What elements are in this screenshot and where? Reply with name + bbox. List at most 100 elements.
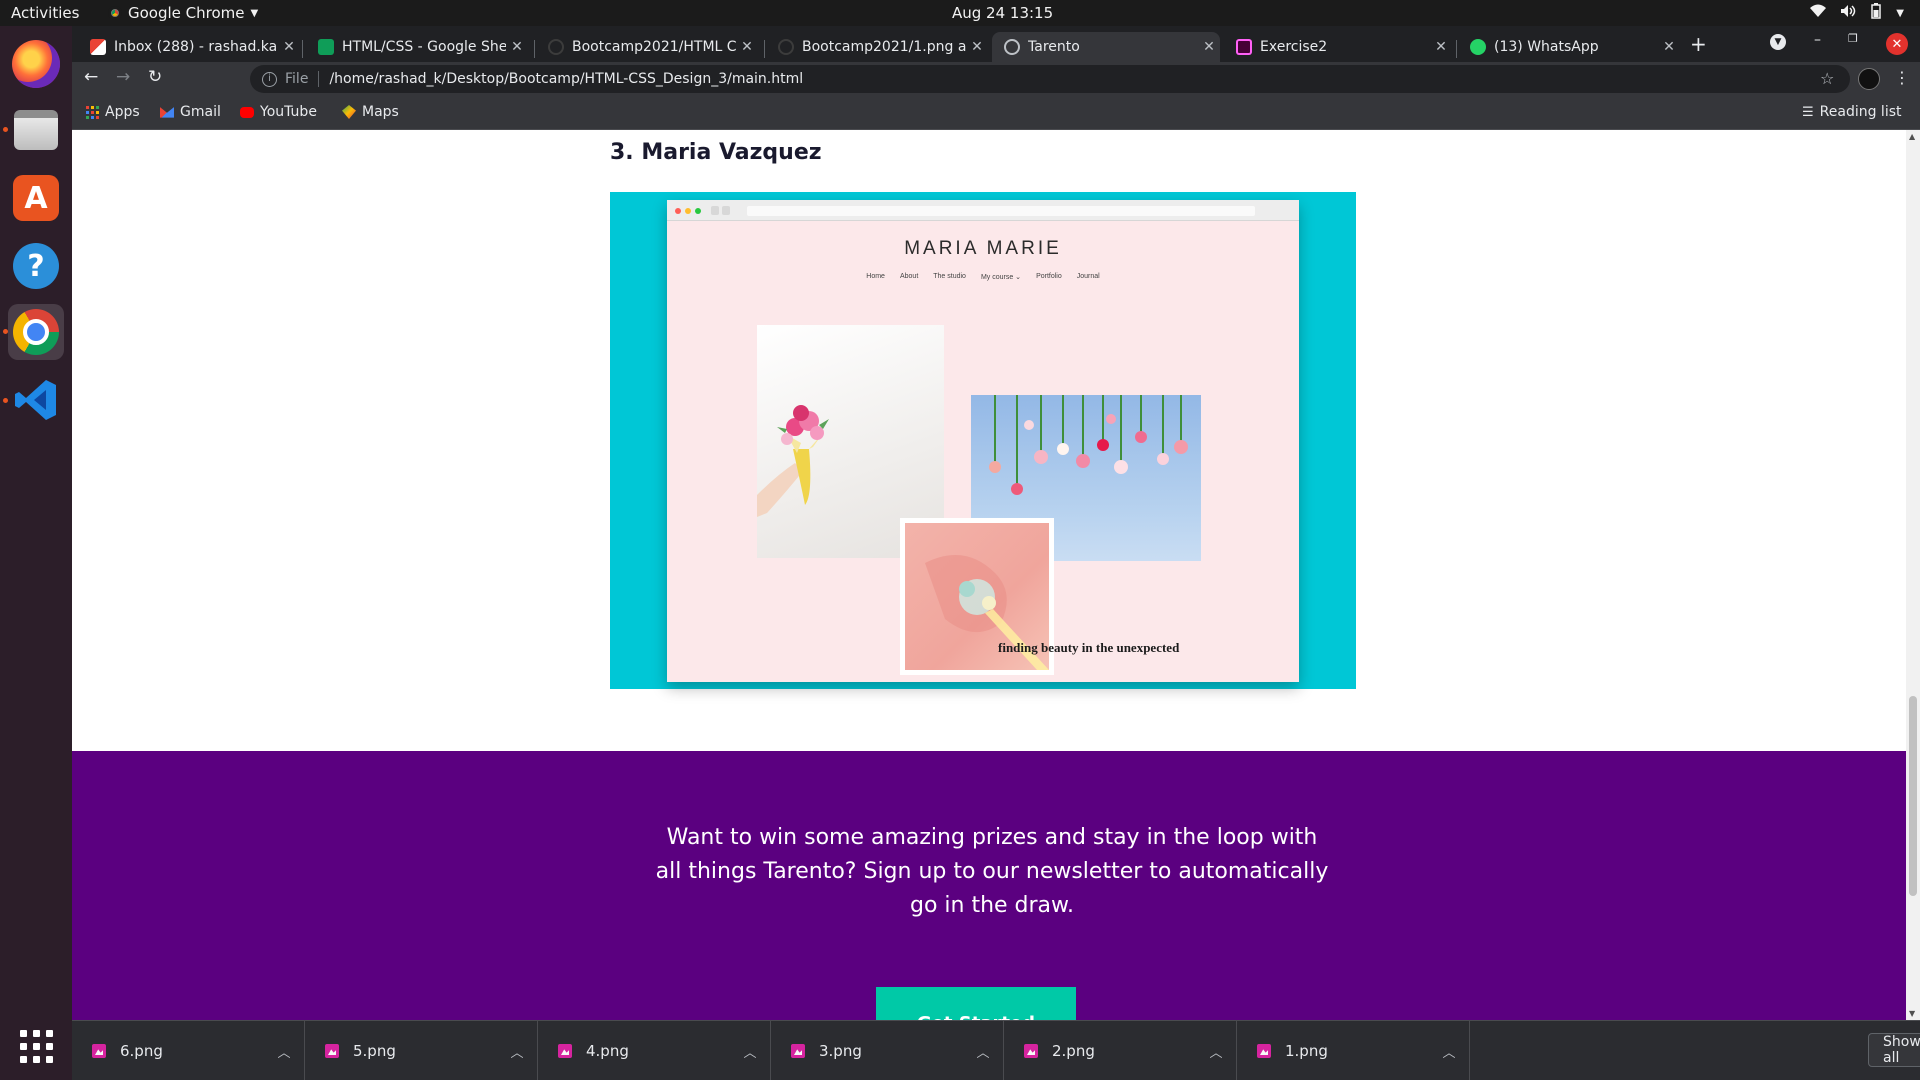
preview-nav: Home About The studio My course ⌄ Portfo… [667,273,1299,281]
reload-icon[interactable]: ↻ [148,67,162,87]
tab-tarento[interactable]: Tarento ✕ [992,32,1220,62]
preview-nav-item: About [899,273,919,280]
download-item[interactable]: 2.png ︿ [1004,1021,1237,1080]
running-indicator [3,329,8,334]
bookmark-youtube[interactable]: YouTube [240,104,317,120]
close-tab-icon[interactable]: ✕ [506,39,528,55]
dock-files[interactable] [8,102,64,158]
preview-forward-button [722,206,730,215]
close-tab-icon[interactable]: ✕ [966,39,988,55]
running-indicator [3,398,8,403]
info-icon[interactable]: i [262,71,277,87]
tab-sheets[interactable]: HTML/CSS - Google Shee ✕ [306,32,528,62]
window-close-icon[interactable]: ✕ [1886,33,1908,55]
bookmark-gmail[interactable]: Gmail [160,104,221,120]
download-filename: 5.png [353,1042,396,1060]
chevron-up-icon[interactable]: ︿ [1429,1042,1469,1061]
app-menu[interactable]: Google Chrome ▼ [108,4,258,22]
tab-divider [302,40,303,58]
tab-exercise2[interactable]: Exercise2 ✕ [1224,32,1452,62]
chevron-up-icon[interactable]: ︿ [1196,1042,1236,1061]
preview-nav-item: My course ⌄ [980,274,1022,281]
tab-title: Bootcamp2021/1.png at [802,39,966,55]
github-icon [548,39,564,55]
chrome-icon [13,309,59,355]
tab-gmail[interactable]: Inbox (288) - rashad.kar ✕ [78,32,300,62]
menu-kebab-icon[interactable]: ⋮ [1894,68,1910,87]
scroll-down-icon[interactable]: ▼ [1909,1009,1915,1018]
back-icon[interactable]: ← [84,67,98,87]
tab-github-1[interactable]: Bootcamp2021/HTML C ✕ [536,32,758,62]
chevron-up-icon[interactable]: ︿ [963,1042,1003,1061]
get-started-button[interactable]: Get Started [876,987,1076,1020]
close-tab-icon[interactable]: ✕ [278,39,300,55]
minimize-icon[interactable]: – [1814,32,1821,48]
app-menu-label: Google Chrome [128,4,245,22]
tab-github-2[interactable]: Bootcamp2021/1.png at ✕ [766,32,988,62]
restore-icon[interactable]: ❐ [1848,32,1858,45]
download-item[interactable]: 3.png ︿ [771,1021,1004,1080]
address-bar[interactable]: i File /home/rashad_k/Desktop/Bootcamp/H… [250,65,1850,93]
dock-vscode[interactable] [8,372,64,428]
chevron-up-icon[interactable]: ︿ [264,1042,304,1061]
dock-firefox[interactable] [8,36,64,92]
chevron-up-icon[interactable]: ︿ [497,1042,537,1061]
image-file-icon [558,1044,572,1058]
tab-search-icon[interactable]: ▼ [1770,34,1786,50]
profile-avatar[interactable] [1858,68,1880,90]
preview-window-bar [667,200,1299,221]
download-item[interactable]: 5.png ︿ [305,1021,538,1080]
app-grid-icon [19,1029,53,1063]
close-tab-icon[interactable]: ✕ [736,39,758,55]
forward-icon[interactable]: → [116,67,130,87]
download-item[interactable]: 4.png ︿ [538,1021,771,1080]
close-tab-icon[interactable]: ✕ [1658,39,1680,55]
preview-nav-item: The studio [933,273,966,280]
software-store-icon: A [13,175,59,221]
reading-list-button[interactable]: ☰ Reading list [1802,104,1902,120]
bookmark-apps[interactable]: Apps [86,104,140,120]
preview-back-button [711,206,719,215]
chrome-mini-icon [108,6,122,20]
activities-button[interactable]: Activities [11,4,79,22]
system-top-bar: Activities Google Chrome ▼ Aug 24 13:15 … [0,0,1920,26]
tab-title: Inbox (288) - rashad.kar [114,39,278,55]
tab-whatsapp[interactable]: (13) WhatsApp ✕ [1458,32,1680,62]
new-tab-icon[interactable]: + [1690,32,1707,56]
download-item[interactable]: 6.png ︿ [72,1021,305,1080]
bookmarks-bar: Apps Gmail YouTube Maps ☰ Reading list [72,96,1920,130]
show-all-button[interactable]: Show all [1868,1033,1920,1067]
download-shelf: 6.png ︿ 5.png ︿ 4.png ︿ 3.png ︿ 2.png ︿ … [72,1020,1920,1080]
preview-browser-window: MARIA MARIE Home About The studio My cou… [667,200,1299,682]
dock-help[interactable]: ? [8,238,64,294]
page-scrollbar[interactable]: ▲ ▼ [1906,130,1920,1020]
image-file-icon [92,1044,106,1058]
chevron-up-icon[interactable]: ︿ [730,1042,770,1061]
scrollbar-thumb[interactable] [1909,696,1917,896]
omnibox-divider [318,71,320,87]
globe-icon [1004,39,1020,55]
clock[interactable]: Aug 24 13:15 [952,4,1053,22]
bookmark-maps[interactable]: Maps [342,104,399,120]
dock-chrome[interactable] [8,304,64,360]
download-item[interactable]: 1.png ︿ [1237,1021,1470,1080]
close-tab-icon[interactable]: ✕ [1198,39,1220,55]
bookmark-label: Apps [105,104,140,120]
maps-icon [342,105,356,119]
system-tray[interactable]: ▼ [1810,3,1904,23]
close-tab-icon[interactable]: ✕ [1430,39,1452,55]
scroll-up-icon[interactable]: ▲ [1909,132,1915,141]
page-viewport[interactable]: 3. Maria Vazquez MARIA MARIE Home About … [72,130,1920,1020]
tab-title: Exercise2 [1260,39,1328,55]
portfolio-preview-image: MARIA MARIE Home About The studio My cou… [610,192,1356,689]
preview-brand: MARIA MARIE [904,238,1062,259]
member-title: 3. Maria Vazquez [610,140,822,165]
bookmark-star-icon[interactable]: ☆ [1820,69,1834,88]
download-filename: 2.png [1052,1042,1095,1060]
dock-show-applications[interactable] [8,1018,64,1074]
download-filename: 4.png [586,1042,629,1060]
tab-title: Tarento [1028,39,1080,55]
tab-title: (13) WhatsApp [1494,39,1599,55]
tab-title: HTML/CSS - Google Shee [342,39,506,55]
dock-software-store[interactable]: A [8,170,64,226]
